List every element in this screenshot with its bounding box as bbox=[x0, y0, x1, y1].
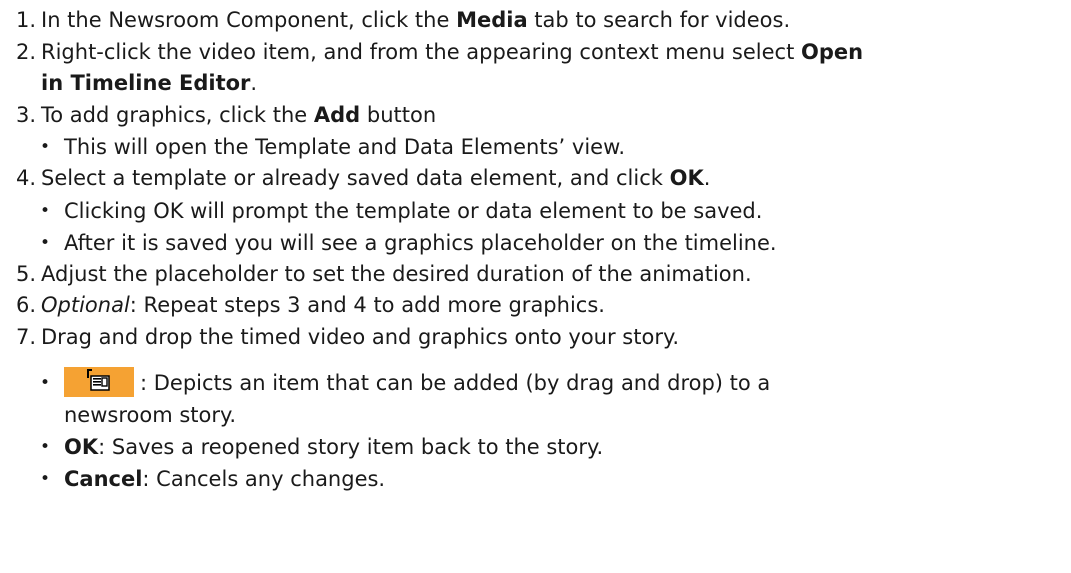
step-text: Optional: Repeat steps 3 and 4 to add mo… bbox=[41, 290, 1071, 322]
bullet: • bbox=[40, 437, 51, 457]
legend-text: OK: Saves a reopened story item back to … bbox=[64, 431, 603, 463]
step-text: To add graphics, click the Add button bbox=[41, 100, 1071, 132]
step-text-part: Select a template or already saved data … bbox=[41, 166, 670, 190]
step-4: 4. Select a template or already saved da… bbox=[16, 163, 1071, 195]
sub-text: This will open the Template and Data Ele… bbox=[64, 135, 626, 159]
step-text: In the Newsroom Component, click the Med… bbox=[41, 5, 1071, 37]
ui-term-ok: OK bbox=[669, 166, 704, 190]
step-3-sub-1: • This will open the Template and Data E… bbox=[16, 131, 1071, 163]
step-text-part: button bbox=[360, 102, 437, 127]
ui-term-open: Open bbox=[800, 39, 864, 64]
legend-list: • : Depicts an item that can be added (b… bbox=[16, 367, 1071, 495]
step-number: 1. bbox=[16, 8, 37, 32]
step-text: Adjust the placeholder to set the desire… bbox=[41, 261, 752, 286]
ui-term-media: Media bbox=[456, 8, 528, 32]
drag-to-story-icon bbox=[64, 367, 134, 397]
step-text-part: In the Newsroom Component, click the bbox=[41, 8, 457, 32]
step-number: 2. bbox=[16, 39, 37, 64]
step-4-sub-1: • Clicking OK will prompt the template o… bbox=[16, 195, 1071, 227]
step-text-part: Right-click the video item, and from the… bbox=[41, 39, 801, 64]
ok-desc: : Saves a reopened story item back to th… bbox=[98, 435, 604, 459]
ui-term-timeline-editor: in Timeline Editor bbox=[41, 71, 251, 95]
ui-term-add: Add bbox=[313, 102, 361, 127]
ok-term: OK bbox=[64, 435, 99, 459]
cancel-term: Cancel bbox=[64, 467, 143, 491]
cancel-desc: : Cancels any changes. bbox=[142, 467, 386, 491]
step-text-part: tab to search for videos. bbox=[527, 8, 791, 32]
sub-text: Clicking OK will prompt the template or … bbox=[64, 198, 763, 223]
step-number: 6. bbox=[16, 293, 37, 317]
step-number: 5. bbox=[16, 261, 37, 286]
step-5: 5. Adjust the placeholder to set the des… bbox=[16, 259, 1071, 291]
legend-text: Cancel: Cancels any changes. bbox=[64, 463, 385, 495]
step-7: 7. Drag and drop the timed video and gra… bbox=[16, 322, 1071, 354]
step-text-part: : Repeat steps 3 and 4 to add more graph… bbox=[129, 293, 605, 317]
step-text: Right-click the video item, and from the… bbox=[41, 37, 1071, 100]
step-number: 7. bbox=[16, 324, 37, 349]
legend-item-ok: • OK: Saves a reopened story item back t… bbox=[16, 431, 1071, 463]
step-text-part: . bbox=[250, 71, 258, 95]
step-text: Select a template or already saved data … bbox=[41, 163, 1071, 195]
bullet: • bbox=[40, 469, 51, 489]
step-text-part: . bbox=[703, 166, 711, 190]
step-3: 3. To add graphics, click the Add button bbox=[16, 100, 1071, 132]
step-text-part: To add graphics, click the bbox=[41, 102, 314, 127]
legend-icon-desc: : Depicts an item that can be added (by … bbox=[140, 371, 771, 395]
step-number: 4. bbox=[16, 166, 37, 190]
step-4-sub-2: • After it is saved you will see a graph… bbox=[16, 227, 1071, 259]
optional-label: Optional bbox=[41, 293, 130, 317]
step-text: Drag and drop the timed video and graphi… bbox=[41, 324, 680, 349]
step-2: 2. Right-click the video item, and from … bbox=[16, 37, 1071, 100]
bullet: • bbox=[40, 137, 51, 157]
legend-item-icon: • : Depicts an item that can be added (b… bbox=[16, 367, 1071, 431]
step-6: 6. Optional: Repeat steps 3 and 4 to add… bbox=[16, 290, 1071, 322]
instructions-document: 1. In the Newsroom Component, click the … bbox=[0, 0, 1071, 495]
legend-item-cancel: • Cancel: Cancels any changes. bbox=[16, 463, 1071, 495]
step-number: 3. bbox=[16, 102, 37, 127]
bullet: • bbox=[40, 200, 51, 221]
bullet: • bbox=[40, 373, 51, 393]
legend-icon-desc-cont: newsroom story. bbox=[64, 403, 237, 427]
legend-text: : Depicts an item that can be added (by … bbox=[64, 367, 770, 431]
step-1: 1. In the Newsroom Component, click the … bbox=[16, 5, 1071, 37]
bullet: • bbox=[40, 232, 51, 253]
sub-text: After it is saved you will see a graphic… bbox=[64, 230, 777, 255]
